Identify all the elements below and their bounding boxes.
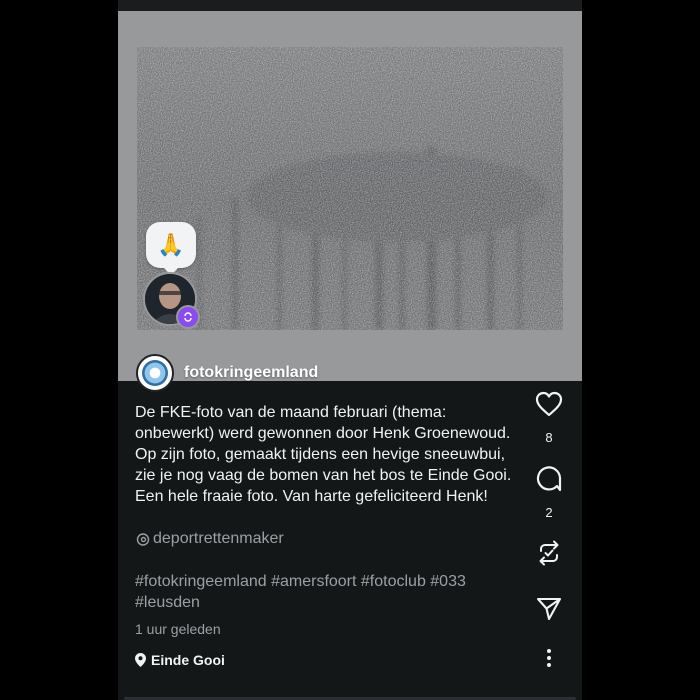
comment-button[interactable] [528, 464, 570, 494]
more-options-button[interactable] [528, 648, 570, 670]
reply-count: 2 [545, 505, 553, 520]
heart-icon [535, 391, 563, 417]
repost-badge-icon [176, 305, 200, 329]
comment-icon [536, 466, 562, 492]
location-name[interactable]: Einde Gooi [151, 652, 225, 668]
profile-avatar[interactable] [136, 354, 174, 392]
post-photo[interactable] [137, 47, 563, 330]
like-button[interactable] [528, 390, 570, 418]
threads-icon [136, 533, 150, 546]
reaction-bubble[interactable]: 🙏 [146, 222, 196, 268]
post-caption: De FKE-foto van de maand februari (thema… [135, 404, 512, 505]
post-timestamp: 1 uur geleden [135, 621, 221, 637]
snowy-forest-image [137, 47, 563, 330]
mention-text[interactable]: deportrettenmaker [153, 530, 284, 548]
folded-hands-icon: 🙏 [157, 232, 185, 257]
hashtags[interactable]: #fotokringeemland #amersfoort #fotoclub … [135, 571, 519, 613]
mention-link[interactable]: deportrettenmaker [135, 530, 284, 548]
location-pin-icon [135, 653, 146, 667]
location-tag[interactable]: Einde Gooi [135, 652, 225, 668]
like-count: 8 [545, 430, 553, 445]
club-logo-icon [142, 360, 168, 386]
username[interactable]: fotokringeemland [184, 364, 318, 382]
status-strip [118, 0, 582, 11]
post-screen: 🙏 fotokringeemland De FKE-foto van de ma… [118, 0, 582, 700]
repost-button[interactable] [528, 538, 570, 568]
post-author[interactable]: fotokringeemland [136, 354, 318, 392]
share-button[interactable] [528, 595, 570, 623]
media-area[interactable]: 🙏 [118, 11, 582, 381]
share-icon [536, 597, 562, 621]
more-vertical-icon [547, 649, 551, 667]
repost-icon [539, 540, 559, 566]
